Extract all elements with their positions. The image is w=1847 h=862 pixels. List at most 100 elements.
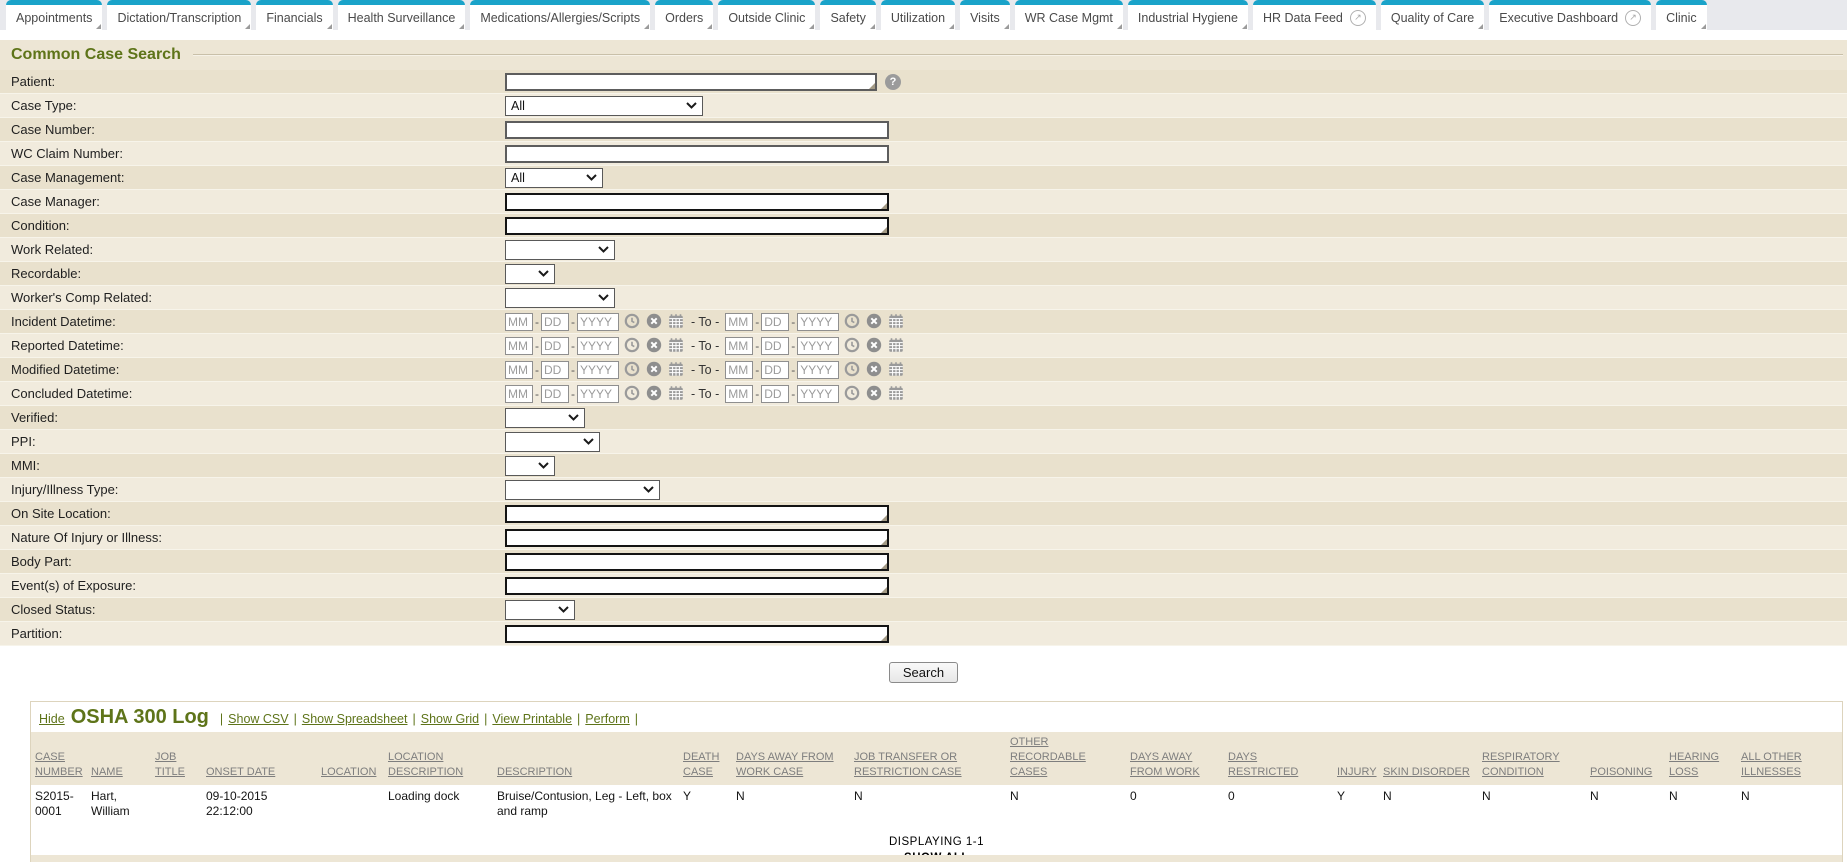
month-input[interactable] <box>725 385 753 403</box>
clock-icon[interactable] <box>844 385 861 402</box>
body-part-input[interactable] <box>505 553 889 571</box>
view-printable-link[interactable]: View Printable <box>492 712 572 726</box>
recordable-select[interactable] <box>505 264 555 284</box>
column-header[interactable]: SKIN DISORDER <box>1379 732 1478 785</box>
column-header[interactable]: HEARING LOSS <box>1665 732 1737 785</box>
year-input[interactable] <box>577 313 619 331</box>
calendar-icon[interactable] <box>888 361 905 378</box>
show-csv-link[interactable]: Show CSV <box>228 712 288 726</box>
events-of-exposure-input[interactable] <box>505 577 889 595</box>
resize-grip-icon[interactable] <box>881 203 887 209</box>
tab-utilization[interactable]: Utilization <box>881 0 955 30</box>
column-header[interactable]: DESCRIPTION <box>493 732 679 785</box>
clock-icon[interactable] <box>844 313 861 330</box>
day-input[interactable] <box>761 313 789 331</box>
year-input[interactable] <box>577 385 619 403</box>
external-link-icon[interactable]: ↗ <box>1350 10 1366 26</box>
clear-icon[interactable] <box>866 313 883 330</box>
day-input[interactable] <box>541 361 569 379</box>
year-input[interactable] <box>797 361 839 379</box>
show-spreadsheet-link[interactable]: Show Spreadsheet <box>302 712 408 726</box>
clear-icon[interactable] <box>646 361 663 378</box>
tab-clinic[interactable]: Clinic <box>1656 0 1707 30</box>
work-related-select[interactable] <box>505 240 615 260</box>
column-header[interactable]: DAYS AWAY FROM WORK CASE <box>732 732 850 785</box>
year-input[interactable] <box>797 337 839 355</box>
resize-grip-icon[interactable] <box>881 539 887 545</box>
nature-of-injury-input[interactable] <box>505 529 889 547</box>
month-input[interactable] <box>725 337 753 355</box>
month-input[interactable] <box>505 313 533 331</box>
calendar-icon[interactable] <box>888 337 905 354</box>
tab-medications-allergies-scripts[interactable]: Medications/Allergies/Scripts <box>470 0 650 30</box>
month-input[interactable] <box>725 361 753 379</box>
hide-link[interactable]: Hide <box>39 712 65 726</box>
day-input[interactable] <box>541 337 569 355</box>
case-number-input[interactable] <box>505 121 889 139</box>
injury-illness-type-select[interactable] <box>505 480 660 500</box>
tab-financials[interactable]: Financials <box>256 0 332 30</box>
year-input[interactable] <box>797 385 839 403</box>
column-header[interactable]: NAME <box>87 732 151 785</box>
table-row[interactable]: S2015-0001 Hart, William 09-10-2015 22:1… <box>31 785 1842 824</box>
clock-icon[interactable] <box>624 313 641 330</box>
resize-grip-icon[interactable] <box>881 227 887 233</box>
wc-claim-number-input[interactable] <box>505 145 889 163</box>
day-input[interactable] <box>541 385 569 403</box>
column-header[interactable]: LOCATION DESCRIPTION <box>384 732 493 785</box>
tab-health-surveillance[interactable]: Health Surveillance <box>338 0 466 30</box>
calendar-icon[interactable] <box>668 337 685 354</box>
search-button[interactable]: Search <box>889 662 958 683</box>
day-input[interactable] <box>761 385 789 403</box>
clear-icon[interactable] <box>646 385 663 402</box>
tab-dictation-transcription[interactable]: Dictation/Transcription <box>107 0 251 30</box>
column-header[interactable]: RESPIRATORY CONDITION <box>1478 732 1586 785</box>
column-header[interactable]: DEATH CASE <box>679 732 732 785</box>
clear-icon[interactable] <box>866 385 883 402</box>
column-header[interactable]: ALL OTHER ILLNESSES <box>1737 732 1842 785</box>
year-input[interactable] <box>577 361 619 379</box>
column-header[interactable]: DAYS AWAY FROM WORK <box>1126 732 1224 785</box>
calendar-icon[interactable] <box>888 385 905 402</box>
tab-appointments[interactable]: Appointments <box>6 0 102 30</box>
tab-hr-data-feed[interactable]: HR Data Feed↗ <box>1253 0 1376 30</box>
resize-grip-icon[interactable] <box>869 83 875 89</box>
ppi-select[interactable] <box>505 432 600 452</box>
tab-safety[interactable]: Safety <box>820 0 875 30</box>
column-header[interactable]: DAYS RESTRICTED <box>1224 732 1333 785</box>
verified-select[interactable] <box>505 408 585 428</box>
condition-input[interactable] <box>505 217 889 235</box>
resize-grip-icon[interactable] <box>881 587 887 593</box>
tab-outside-clinic[interactable]: Outside Clinic <box>718 0 815 30</box>
day-input[interactable] <box>761 337 789 355</box>
closed-status-select[interactable] <box>505 600 575 620</box>
case-management-select[interactable]: All <box>505 168 603 188</box>
calendar-icon[interactable] <box>888 313 905 330</box>
clear-icon[interactable] <box>646 337 663 354</box>
tab-quality-of-care[interactable]: Quality of Care <box>1381 0 1484 30</box>
column-header[interactable]: ONSET DATE <box>202 732 317 785</box>
column-header[interactable]: JOB TRANSFER OR RESTRICTION CASE <box>850 732 1006 785</box>
column-header[interactable]: INJURY <box>1333 732 1379 785</box>
calendar-icon[interactable] <box>668 361 685 378</box>
clear-icon[interactable] <box>646 313 663 330</box>
help-icon[interactable]: ? <box>885 74 901 90</box>
tab-visits[interactable]: Visits <box>960 0 1010 30</box>
clock-icon[interactable] <box>624 337 641 354</box>
case-manager-input[interactable] <box>505 193 889 211</box>
column-header[interactable]: LOCATION <box>317 732 384 785</box>
clock-icon[interactable] <box>624 361 641 378</box>
tab-executive-dashboard[interactable]: Executive Dashboard↗ <box>1489 0 1651 30</box>
case-type-select[interactable]: All <box>505 96 703 116</box>
resize-grip-icon[interactable] <box>881 563 887 569</box>
column-header[interactable]: POISONING <box>1586 732 1665 785</box>
month-input[interactable] <box>505 337 533 355</box>
column-header[interactable]: OTHER RECORDABLE CASES <box>1006 732 1126 785</box>
calendar-icon[interactable] <box>668 385 685 402</box>
month-input[interactable] <box>725 313 753 331</box>
clock-icon[interactable] <box>624 385 641 402</box>
workers-comp-related-select[interactable] <box>505 288 615 308</box>
perform-link[interactable]: Perform <box>585 712 629 726</box>
year-input[interactable] <box>797 313 839 331</box>
year-input[interactable] <box>577 337 619 355</box>
